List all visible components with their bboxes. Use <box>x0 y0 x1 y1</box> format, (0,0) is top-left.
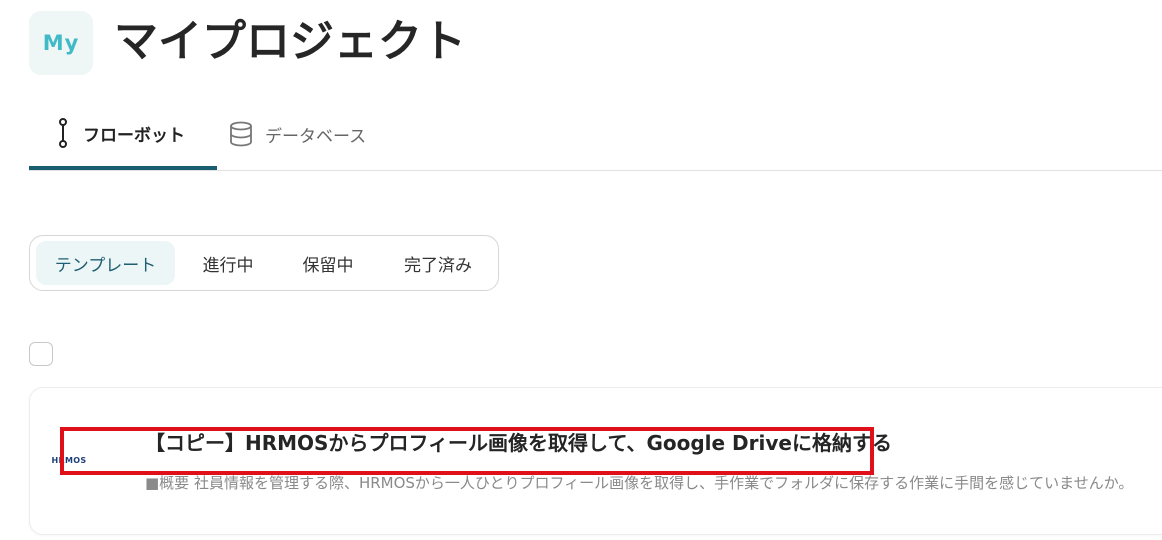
database-icon <box>229 121 253 147</box>
select-all-checkbox[interactable] <box>29 342 53 366</box>
tab-flowbot[interactable]: フローボット <box>29 100 217 170</box>
highlight-box <box>60 427 874 475</box>
filter-on-hold[interactable]: 保留中 <box>282 241 374 285</box>
avatar: My <box>29 11 93 75</box>
tab-database[interactable]: データベース <box>229 100 366 168</box>
flow-icon <box>57 118 69 148</box>
filter-in-progress[interactable]: 進行中 <box>182 241 274 285</box>
tab-label: データベース <box>265 126 367 147</box>
tab-bar: フローボット データベース <box>29 100 1162 171</box>
filter-completed[interactable]: 完了済み <box>382 241 494 285</box>
filter-template[interactable]: テンプレート <box>36 241 175 285</box>
tab-label: フローボット <box>83 125 185 146</box>
status-filter: テンプレート 進行中 保留中 完了済み <box>29 235 499 291</box>
flow-description: ■概要 社員情報を管理する際、HRMOSから一人ひとりプロフィール画像を取得し、… <box>145 474 1134 492</box>
page-title: マイプロジェクト <box>114 16 466 67</box>
